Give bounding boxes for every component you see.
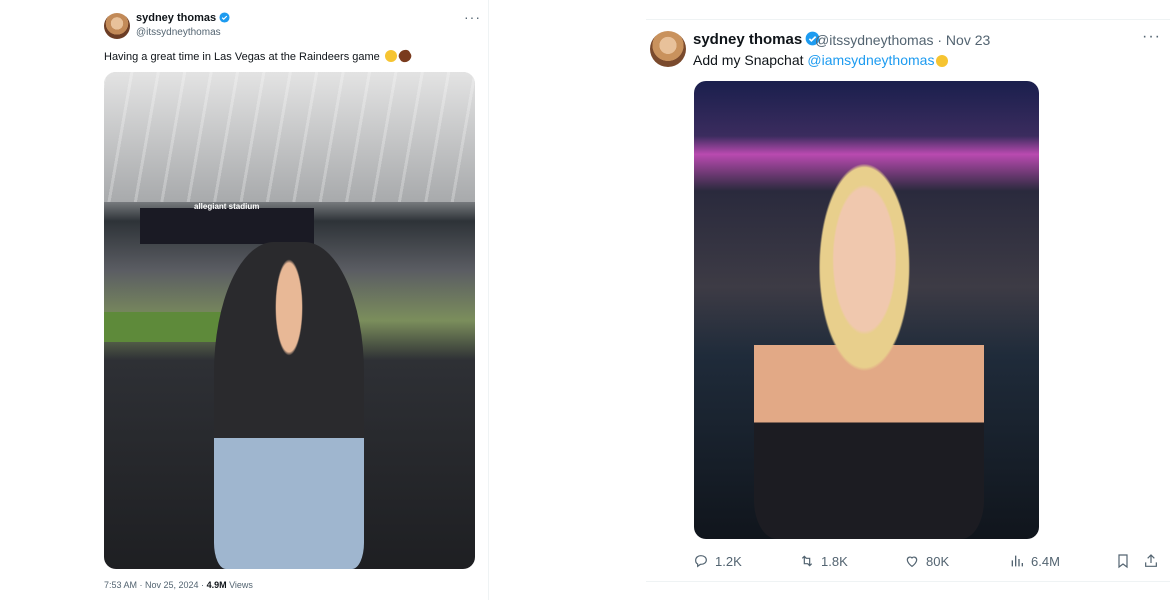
smiling-face-with-hearts-icon bbox=[384, 50, 397, 62]
handle-and-date[interactable]: @itssydneythomas · Nov 23 bbox=[815, 32, 990, 48]
reply-icon bbox=[695, 555, 707, 568]
tweet-photo[interactable] bbox=[694, 81, 1039, 539]
views-count: 4.9M bbox=[206, 580, 227, 590]
person-figure bbox=[214, 242, 364, 569]
bookmark-button[interactable] bbox=[1115, 552, 1131, 570]
display-name[interactable]: sydney thomas bbox=[693, 31, 820, 48]
scoreboard bbox=[140, 208, 314, 244]
like-button[interactable]: 80K bbox=[904, 552, 949, 570]
repost-button[interactable]: 1.8K bbox=[799, 552, 848, 570]
views-icon bbox=[1011, 555, 1023, 567]
share-button[interactable] bbox=[1143, 552, 1159, 570]
avatar[interactable] bbox=[104, 13, 130, 39]
tweet-meta: 7:53 AM · Nov 25, 2024 · 4.9M Views bbox=[104, 580, 253, 590]
like-icon bbox=[906, 556, 918, 568]
verified-badge-icon bbox=[219, 12, 230, 23]
views-label: Views bbox=[226, 580, 253, 590]
football-icon bbox=[396, 47, 414, 65]
person-figure bbox=[754, 151, 984, 539]
mention-link[interactable]: @iamsydneythomas bbox=[807, 52, 934, 68]
column-divider bbox=[488, 0, 489, 600]
handle[interactable]: @itssydneythomas bbox=[136, 27, 221, 38]
more-icon[interactable]: ··· bbox=[464, 9, 481, 25]
timestamp[interactable]: 7:53 AM · Nov 25, 2024 · bbox=[104, 580, 207, 590]
share-icon bbox=[1145, 554, 1157, 567]
tweet-left[interactable]: sydney thomas @itssydneythomas ··· Havin… bbox=[96, 0, 486, 600]
stadium-roof bbox=[104, 72, 475, 202]
reply-button[interactable]: 1.2K bbox=[693, 552, 742, 570]
tweet-photo[interactable]: allegiant stadium bbox=[104, 72, 475, 569]
smiling-face-with-hearts-icon bbox=[936, 55, 949, 67]
tweet-text: Having a great time in Las Vegas at the … bbox=[104, 47, 414, 65]
tweet-text: Add my Snapchat @iamsydneythomas bbox=[693, 52, 949, 68]
tweet-divider-top bbox=[646, 19, 1170, 20]
stadium-sign: allegiant stadium bbox=[194, 202, 260, 211]
repost-icon bbox=[801, 555, 813, 567]
tweet-actions: 1.2K 1.8K 80K 6.4M bbox=[693, 552, 1159, 572]
bookmark-icon bbox=[1118, 554, 1128, 569]
avatar[interactable] bbox=[650, 31, 686, 67]
more-icon[interactable]: ··· bbox=[1142, 28, 1161, 46]
display-name[interactable]: sydney thomas bbox=[136, 12, 230, 24]
views-button[interactable]: 6.4M bbox=[1009, 552, 1060, 570]
tweet-divider-bottom bbox=[646, 581, 1170, 582]
